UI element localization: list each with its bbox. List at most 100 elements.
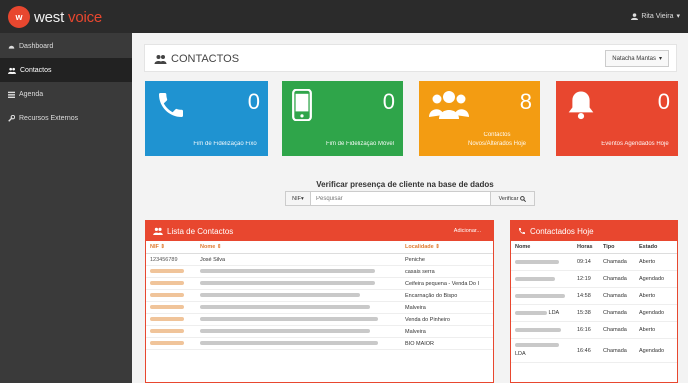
cell-horas: 15:38 (573, 304, 599, 322)
contacted-today-header: Contactados Hoje (511, 221, 677, 241)
contacts-list-title: Lista de Contactos (167, 226, 234, 236)
column-header-nif[interactable]: NIF ⇕ (146, 241, 196, 254)
user-icon (631, 12, 639, 20)
column-header-nome[interactable]: Nome ⇕ (196, 241, 401, 254)
user-menu[interactable]: Rita Vieira ▾ (631, 12, 680, 20)
tile-contactos-novos[interactable]: 8 Contactos Novos/Alterados Hoje (419, 81, 540, 156)
redacted-text (200, 305, 370, 310)
cell-localidade: Peniche (401, 253, 493, 266)
cell-nif (146, 265, 196, 278)
tile-fim-fidelizacao-movel[interactable]: 0 Fim de Fidelização Móvel (282, 81, 403, 156)
cell-nome (196, 265, 401, 278)
table-row[interactable]: 14:58 Chamada Aberto (511, 287, 677, 305)
logo-badge: w (8, 6, 30, 28)
users-icon (8, 67, 16, 74)
column-header-nome[interactable]: Nome (511, 241, 573, 254)
redacted-text (150, 305, 184, 310)
contacted-today-table: Nome Horas Tipo Estado 09:14 Chamada Abert… (511, 241, 677, 363)
brand-name: west voice (34, 9, 102, 26)
table-row[interactable]: casais serra (146, 265, 493, 278)
users-icon (154, 55, 167, 64)
search-title: Verificar presença de cliente na base de… (316, 180, 494, 189)
table-row[interactable]: LDA 16:46 Chamada Agendado (511, 338, 677, 363)
redacted-text (200, 293, 360, 298)
cell-tipo: Chamada (599, 270, 635, 288)
sidebar-item-contactos[interactable]: Contactos (0, 58, 132, 82)
redacted-text (200, 329, 370, 334)
cell-nome (196, 289, 401, 302)
redacted-text (515, 276, 555, 281)
verify-label: Verificar (498, 195, 519, 202)
column-header-estado[interactable]: Estado (635, 241, 677, 254)
cell-localidade: Venda do Pinheiro (401, 313, 493, 326)
table-row[interactable]: Encarnação do Bispo (146, 289, 493, 302)
brand-logo[interactable]: w west voice (8, 6, 102, 28)
column-label: NIF (150, 244, 159, 250)
cell-nif (146, 277, 196, 290)
table-row[interactable]: BIO MAIOR (146, 337, 493, 350)
tile-eventos-agendados[interactable]: 0 Eventos Agendados Hoje (556, 81, 678, 156)
user-filter-dropdown[interactable]: Natacha Mantas ▾ (605, 50, 669, 67)
page-header: CONTACTOS Natacha Mantas ▾ (144, 44, 677, 72)
brand-name-west: west (34, 8, 65, 26)
cell-nome-suffix: LDA (515, 350, 526, 357)
tile-label: Fim de Fidelização Fixo (193, 141, 257, 147)
cell-estado: Aberto (635, 253, 677, 271)
cell-nome (196, 337, 401, 350)
cell-nif (146, 337, 196, 350)
cell-horas: 12:19 (573, 270, 599, 288)
cell-nif (146, 313, 196, 326)
cell-estado: Aberto (635, 287, 677, 305)
page-title-text: CONTACTOS (171, 53, 240, 65)
table-row[interactable]: Malveira (146, 325, 493, 338)
cell-nif (146, 289, 196, 302)
redacted-text (150, 269, 184, 274)
sidebar-item-agenda[interactable]: Agenda (0, 82, 132, 106)
column-header-horas[interactable]: Horas (573, 241, 599, 254)
sidebar-item-recursos-externos[interactable]: Recursos Externos (0, 106, 132, 130)
table-row[interactable]: 09:14 Chamada Aberto (511, 253, 677, 271)
redacted-text (515, 343, 559, 348)
redacted-text (200, 281, 375, 286)
column-header-localidade[interactable]: Localidade ⇕ (401, 241, 493, 254)
redacted-text (515, 310, 547, 315)
search-type-dropdown[interactable]: NIF ▾ (285, 191, 311, 206)
list-icon (8, 91, 15, 98)
verify-button[interactable]: Verificar (491, 191, 535, 206)
top-bar: w west voice Rita Vieira ▾ (0, 0, 688, 33)
add-contact-button[interactable]: Adicionar... (448, 225, 487, 237)
search-input[interactable] (311, 191, 491, 206)
table-row[interactable]: Ceifeira pequena - Venda Do I (146, 277, 493, 290)
redacted-text (150, 329, 184, 334)
cell-horas: 16:46 (573, 338, 599, 363)
table-row[interactable]: 16:16 Chamada Aberto (511, 321, 677, 339)
table-row[interactable]: LDA 15:38 Chamada Agendado (511, 304, 677, 322)
tile-fim-fidelizacao-fixo[interactable]: 0 Fim de Fidelização Fixo (145, 81, 268, 156)
tile-value: 8 (519, 89, 532, 114)
redacted-text (200, 317, 378, 322)
cell-estado: Aberto (635, 321, 677, 339)
cell-tipo: Chamada (599, 287, 635, 305)
cell-nome (196, 301, 401, 314)
cell-localidade: Malveira (401, 325, 493, 338)
mobile-icon (292, 89, 312, 121)
wrench-icon (8, 114, 15, 122)
cell-tipo: Chamada (599, 321, 635, 339)
cell-nif (146, 325, 196, 338)
search-bar: NIF ▾ Verificar (285, 191, 535, 206)
table-row[interactable]: 12:19 Chamada Agendado (511, 270, 677, 288)
sidebar-item-dashboard[interactable]: Dashboard (0, 34, 132, 58)
table-row[interactable]: 123456789 José Silva Peniche (146, 253, 493, 266)
contacted-today-title: Contactados Hoje (530, 226, 594, 236)
cell-nome: José Silva (196, 253, 401, 266)
contacts-table: NIF ⇕ Nome ⇕ Localidade ⇕ 123456789 José … (146, 241, 493, 350)
column-header-tipo[interactable]: Tipo (599, 241, 635, 254)
cell-localidade: BIO MAIOR (401, 337, 493, 350)
contacts-list-card: Lista de Contactos Adicionar... NIF ⇕ No… (145, 220, 494, 383)
cell-nome (196, 313, 401, 326)
page-title: CONTACTOS (154, 53, 239, 65)
table-row[interactable]: Venda do Pinheiro (146, 313, 493, 326)
table-row[interactable]: Malveira (146, 301, 493, 314)
redacted-text (515, 327, 561, 332)
cell-nome (511, 270, 573, 288)
